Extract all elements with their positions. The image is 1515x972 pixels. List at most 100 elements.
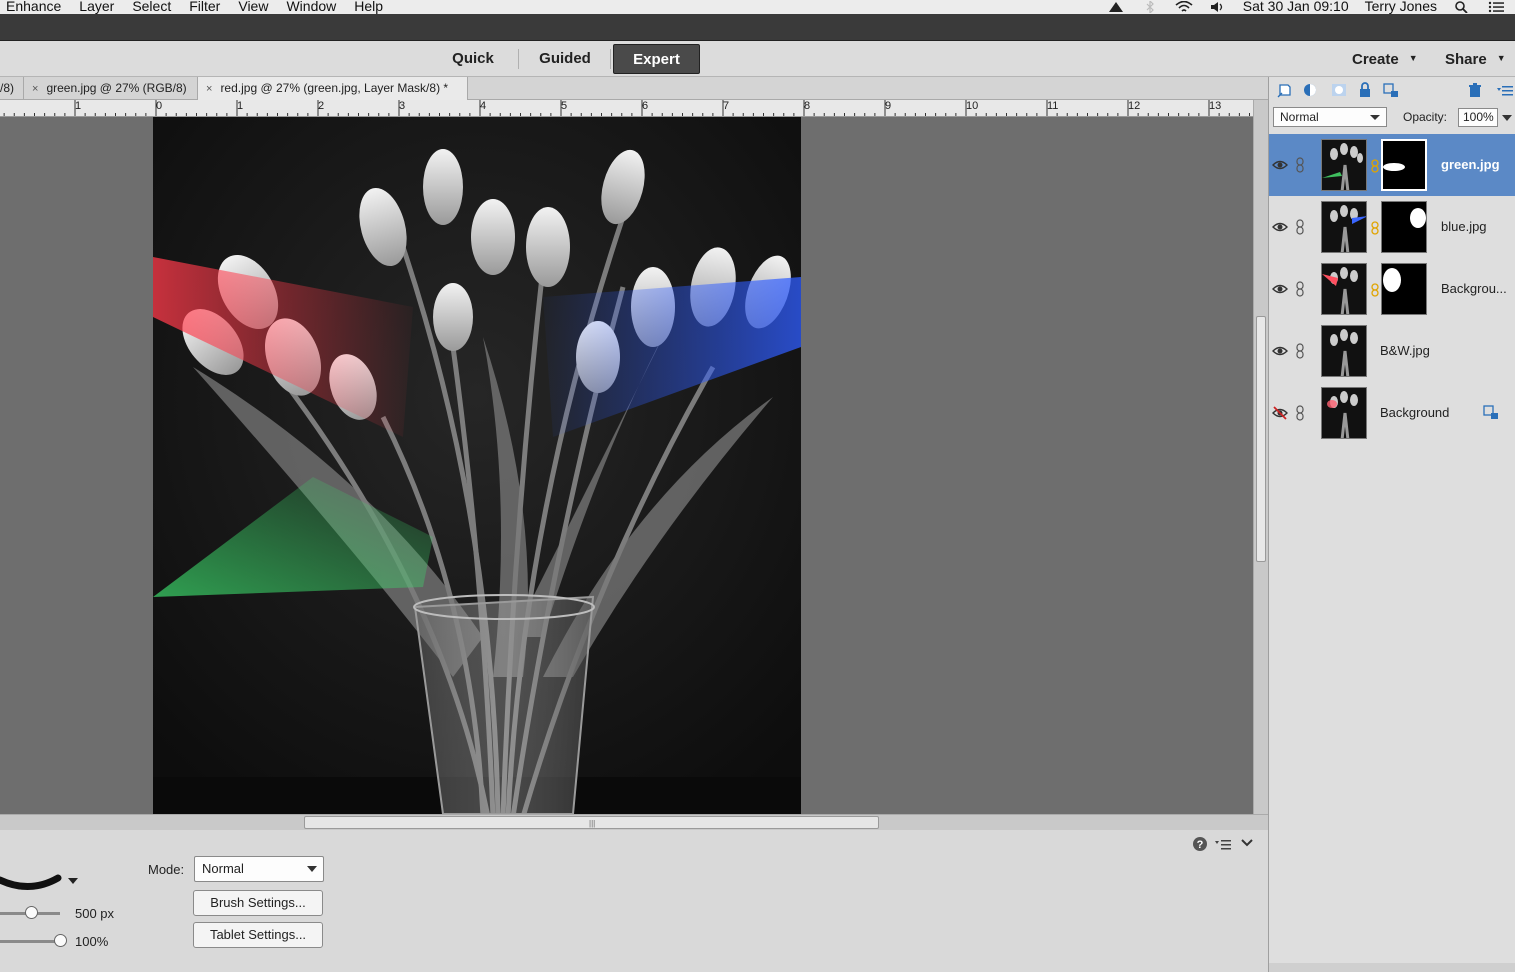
bluetooth-icon[interactable] xyxy=(1141,1,1159,13)
volume-icon[interactable] xyxy=(1209,1,1227,13)
document-tabs: /8) × green.jpg @ 27% (RGB/8) × red.jpg @ … xyxy=(0,77,1268,100)
layers-toolbar xyxy=(1269,77,1515,103)
menu-view[interactable]: View xyxy=(238,0,268,13)
blend-mode-select[interactable]: Normal xyxy=(1273,107,1387,127)
mode-guided-button[interactable]: Guided xyxy=(527,44,603,74)
menu-window[interactable]: Window xyxy=(286,0,336,13)
eye-hidden-icon[interactable] xyxy=(1272,405,1288,421)
layer-row-red[interactable]: Backgrou... xyxy=(1269,258,1515,320)
lock-transparent-icon[interactable] xyxy=(1383,82,1399,98)
layer-thumbnail[interactable] xyxy=(1321,201,1367,253)
eye-icon[interactable] xyxy=(1272,157,1288,173)
create-menu-button[interactable]: Create ▼ xyxy=(1352,51,1418,68)
share-menu-button[interactable]: Share ▼ xyxy=(1445,51,1506,68)
eye-icon[interactable] xyxy=(1272,343,1288,359)
layer-name[interactable]: B&W.jpg xyxy=(1380,343,1430,358)
layer-thumbnail[interactable] xyxy=(1321,325,1367,377)
wifi-icon[interactable] xyxy=(1175,1,1193,13)
tab-label: red.jpg @ 27% (green.jpg, Layer Mask/8) … xyxy=(220,81,449,95)
layer-mask-thumbnail[interactable] xyxy=(1381,139,1427,191)
title-strip xyxy=(0,14,1515,41)
mode-expert-button[interactable]: Expert xyxy=(613,44,700,74)
photoshop-elements-window: Enhance Layer Select Filter View Window … xyxy=(0,0,1515,972)
mask-link-chain-icon[interactable] xyxy=(1371,221,1379,235)
opacity-slider-track[interactable] xyxy=(0,940,60,943)
layer-row-blue[interactable]: blue.jpg xyxy=(1269,196,1515,258)
adjustment-layer-icon[interactable] xyxy=(1303,82,1319,98)
chevron-down-icon[interactable] xyxy=(1500,108,1514,127)
link-icon[interactable] xyxy=(1295,219,1305,235)
notification-center-icon[interactable] xyxy=(1487,1,1505,13)
layer-mask-thumbnail[interactable] xyxy=(1381,263,1427,315)
ruler-label: 8 xyxy=(804,100,811,112)
size-slider-knob[interactable] xyxy=(25,906,38,919)
ruler-label: 4 xyxy=(480,100,487,112)
panel-menu-icon[interactable] xyxy=(1214,836,1232,852)
layer-thumbnail[interactable] xyxy=(1321,387,1367,439)
brush-preset-picker[interactable] xyxy=(0,870,82,894)
layer-thumbnail[interactable] xyxy=(1321,263,1367,315)
ruler-label: 0 xyxy=(156,100,163,112)
new-layer-icon[interactable] xyxy=(1277,82,1293,98)
tab-document-1[interactable]: /8) xyxy=(0,77,24,100)
link-icon[interactable] xyxy=(1295,343,1305,359)
layer-row-bw[interactable]: B&W.jpg xyxy=(1269,320,1515,382)
scroll-thumb[interactable]: ||| xyxy=(304,816,879,829)
airdrop-icon[interactable] xyxy=(1107,1,1125,13)
horizontal-scrollbar[interactable]: ||| xyxy=(0,814,1268,830)
tab-label: /8) xyxy=(0,81,15,95)
ruler-label: 6 xyxy=(642,100,649,112)
document-image[interactable] xyxy=(153,117,801,814)
layer-name[interactable]: green.jpg xyxy=(1441,157,1500,172)
delete-layer-icon[interactable] xyxy=(1467,82,1483,98)
close-icon[interactable]: × xyxy=(32,83,38,95)
scroll-thumb[interactable] xyxy=(1256,316,1266,562)
help-icon[interactable]: ? xyxy=(1192,836,1208,852)
user-name[interactable]: Terry Jones xyxy=(1365,0,1437,13)
opacity-input[interactable]: 100% xyxy=(1458,108,1498,127)
tab-green-jpg[interactable]: × green.jpg @ 27% (RGB/8) xyxy=(24,77,198,100)
eye-icon[interactable] xyxy=(1272,281,1288,297)
ruler-label: 1 xyxy=(237,100,244,112)
layer-row-green[interactable]: green.jpg xyxy=(1269,134,1515,196)
share-label: Share xyxy=(1445,51,1487,68)
menu-help[interactable]: Help xyxy=(354,0,383,13)
lock-all-icon[interactable] xyxy=(1357,82,1373,98)
layer-name[interactable]: Backgrou... xyxy=(1441,281,1507,296)
brush-settings-button[interactable]: Brush Settings... xyxy=(193,890,323,916)
vertical-scrollbar[interactable] xyxy=(1253,100,1268,814)
opacity-value: 100% xyxy=(75,934,109,949)
canvas-area[interactable] xyxy=(0,117,1253,814)
spotlight-search-icon[interactable] xyxy=(1453,1,1471,13)
layer-name[interactable]: Background xyxy=(1380,405,1449,420)
layer-mask-thumbnail[interactable] xyxy=(1381,201,1427,253)
clock[interactable]: Sat 30 Jan 09:10 xyxy=(1243,0,1349,13)
link-icon[interactable] xyxy=(1295,405,1305,421)
collapse-chevron-icon[interactable] xyxy=(1240,837,1254,849)
menu-layer[interactable]: Layer xyxy=(79,0,114,13)
mask-link-chain-icon[interactable] xyxy=(1371,159,1379,173)
close-icon[interactable]: × xyxy=(206,83,212,95)
menu-enhance[interactable]: Enhance xyxy=(6,0,61,13)
layer-thumbnail[interactable] xyxy=(1321,139,1367,191)
mask-link-chain-icon[interactable] xyxy=(1371,283,1379,297)
mode-quick-button[interactable]: Quick xyxy=(435,44,511,74)
menu-select[interactable]: Select xyxy=(132,0,171,13)
layer-mask-icon[interactable] xyxy=(1331,82,1347,98)
tablet-settings-button[interactable]: Tablet Settings... xyxy=(193,922,323,948)
layers-panel: Normal Opacity: 100% green.jpg blue.jpg … xyxy=(1268,77,1515,972)
opacity-slider-knob[interactable] xyxy=(54,934,67,947)
tab-red-jpg[interactable]: × red.jpg @ 27% (green.jpg, Layer Mask/8)… xyxy=(198,77,468,100)
menu-filter[interactable]: Filter xyxy=(189,0,220,13)
ruler-label: 7 xyxy=(723,100,730,112)
layer-name[interactable]: blue.jpg xyxy=(1441,219,1487,234)
brush-mode-select[interactable]: Normal xyxy=(194,856,324,882)
link-icon[interactable] xyxy=(1295,157,1305,173)
ruler-label: 13 xyxy=(1209,100,1222,112)
link-icon[interactable] xyxy=(1295,281,1305,297)
eye-icon[interactable] xyxy=(1272,219,1288,235)
layer-row-background[interactable]: Background xyxy=(1269,382,1515,444)
mode-divider xyxy=(610,49,611,69)
panel-menu-icon[interactable] xyxy=(1497,82,1513,98)
ruler-label: 9 xyxy=(885,100,892,112)
